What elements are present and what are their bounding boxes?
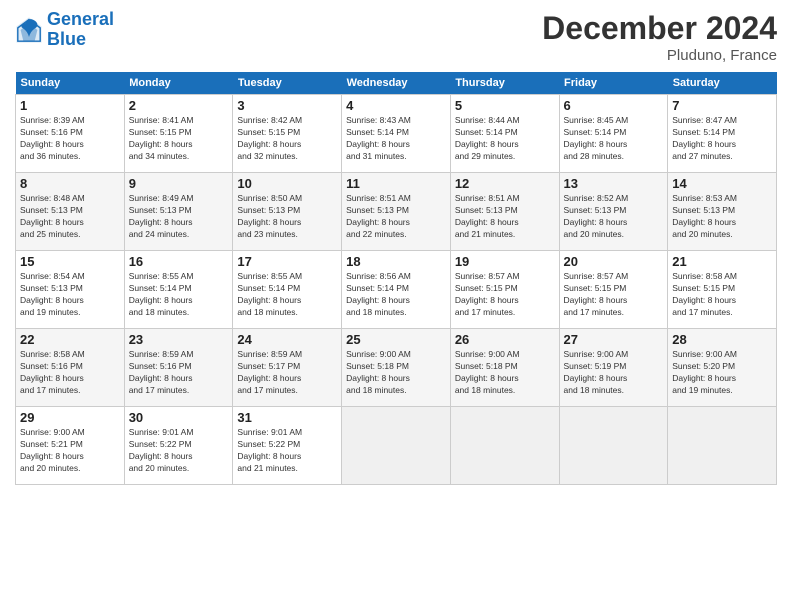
table-row: 8Sunrise: 8:48 AMSunset: 5:13 PMDaylight… [16, 173, 125, 251]
table-row: 30Sunrise: 9:01 AMSunset: 5:22 PMDayligh… [124, 407, 233, 485]
table-row [668, 407, 777, 485]
table-row: 16Sunrise: 8:55 AMSunset: 5:14 PMDayligh… [124, 251, 233, 329]
table-row: 31Sunrise: 9:01 AMSunset: 5:22 PMDayligh… [233, 407, 342, 485]
table-row: 2Sunrise: 8:41 AMSunset: 5:15 PMDaylight… [124, 95, 233, 173]
logo-blue: Blue [47, 29, 86, 49]
table-row: 24Sunrise: 8:59 AMSunset: 5:17 PMDayligh… [233, 329, 342, 407]
header: General Blue December 2024 Pluduno, Fran… [15, 10, 777, 64]
table-row: 15Sunrise: 8:54 AMSunset: 5:13 PMDayligh… [16, 251, 125, 329]
logo-icon [15, 16, 43, 44]
col-thursday: Thursday [450, 72, 559, 95]
logo-general: General [47, 9, 114, 29]
table-row: 5Sunrise: 8:44 AMSunset: 5:14 PMDaylight… [450, 95, 559, 173]
table-row: 10Sunrise: 8:50 AMSunset: 5:13 PMDayligh… [233, 173, 342, 251]
table-row: 26Sunrise: 9:00 AMSunset: 5:18 PMDayligh… [450, 329, 559, 407]
table-row: 1Sunrise: 8:39 AMSunset: 5:16 PMDaylight… [16, 95, 125, 173]
table-row [559, 407, 668, 485]
month-title: December 2024 [542, 10, 777, 47]
table-row: 18Sunrise: 8:56 AMSunset: 5:14 PMDayligh… [342, 251, 451, 329]
table-row [342, 407, 451, 485]
logo: General Blue [15, 10, 114, 50]
table-row: 9Sunrise: 8:49 AMSunset: 5:13 PMDaylight… [124, 173, 233, 251]
table-row: 29Sunrise: 9:00 AMSunset: 5:21 PMDayligh… [16, 407, 125, 485]
calendar-table: Sunday Monday Tuesday Wednesday Thursday… [15, 72, 777, 485]
table-row: 17Sunrise: 8:55 AMSunset: 5:14 PMDayligh… [233, 251, 342, 329]
table-row: 28Sunrise: 9:00 AMSunset: 5:20 PMDayligh… [668, 329, 777, 407]
table-row: 19Sunrise: 8:57 AMSunset: 5:15 PMDayligh… [450, 251, 559, 329]
col-friday: Friday [559, 72, 668, 95]
col-sunday: Sunday [16, 72, 125, 95]
table-row: 12Sunrise: 8:51 AMSunset: 5:13 PMDayligh… [450, 173, 559, 251]
col-wednesday: Wednesday [342, 72, 451, 95]
table-row: 6Sunrise: 8:45 AMSunset: 5:14 PMDaylight… [559, 95, 668, 173]
col-monday: Monday [124, 72, 233, 95]
table-row: 7Sunrise: 8:47 AMSunset: 5:14 PMDaylight… [668, 95, 777, 173]
table-row: 13Sunrise: 8:52 AMSunset: 5:13 PMDayligh… [559, 173, 668, 251]
table-row: 21Sunrise: 8:58 AMSunset: 5:15 PMDayligh… [668, 251, 777, 329]
table-row: 23Sunrise: 8:59 AMSunset: 5:16 PMDayligh… [124, 329, 233, 407]
table-row: 14Sunrise: 8:53 AMSunset: 5:13 PMDayligh… [668, 173, 777, 251]
col-saturday: Saturday [668, 72, 777, 95]
table-row: 25Sunrise: 9:00 AMSunset: 5:18 PMDayligh… [342, 329, 451, 407]
col-tuesday: Tuesday [233, 72, 342, 95]
table-row: 11Sunrise: 8:51 AMSunset: 5:13 PMDayligh… [342, 173, 451, 251]
table-row [450, 407, 559, 485]
header-row: Sunday Monday Tuesday Wednesday Thursday… [16, 72, 777, 95]
title-area: December 2024 Pluduno, France [542, 10, 777, 64]
table-row: 22Sunrise: 8:58 AMSunset: 5:16 PMDayligh… [16, 329, 125, 407]
table-row: 27Sunrise: 9:00 AMSunset: 5:19 PMDayligh… [559, 329, 668, 407]
table-row: 20Sunrise: 8:57 AMSunset: 5:15 PMDayligh… [559, 251, 668, 329]
table-row: 3Sunrise: 8:42 AMSunset: 5:15 PMDaylight… [233, 95, 342, 173]
table-row: 4Sunrise: 8:43 AMSunset: 5:14 PMDaylight… [342, 95, 451, 173]
page-container: General Blue December 2024 Pluduno, Fran… [0, 0, 792, 612]
location: Pluduno, France [542, 47, 777, 64]
